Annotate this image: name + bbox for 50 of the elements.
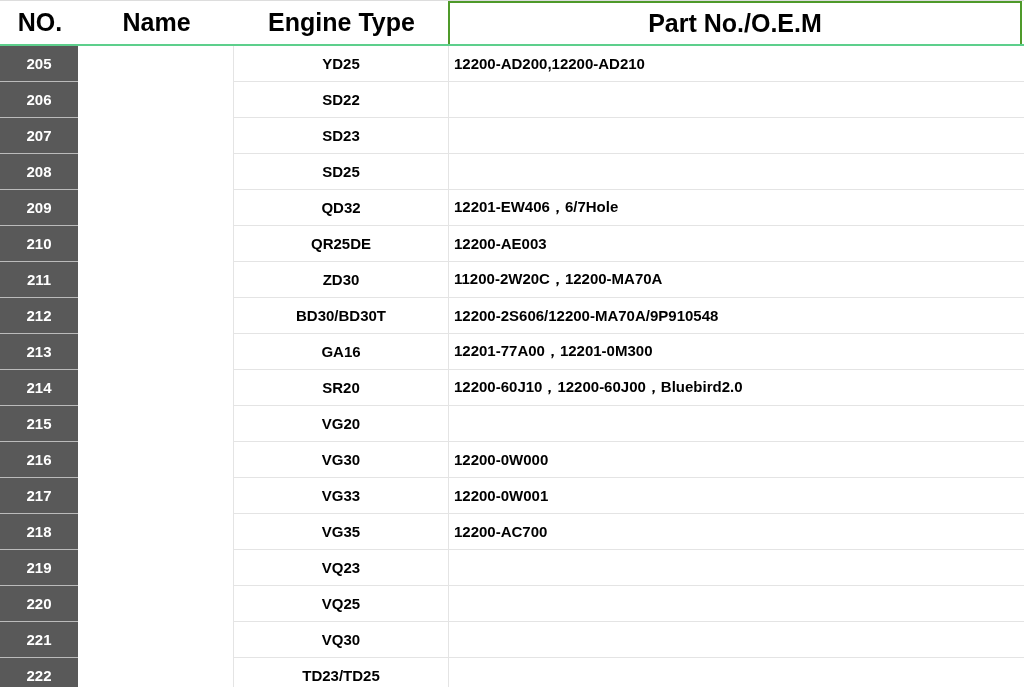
- row-number: 213: [0, 334, 78, 370]
- table-cell: GA16: [321, 343, 361, 360]
- table-cell: QD32: [321, 199, 361, 216]
- column-header: NO.: [16, 7, 64, 38]
- table-cell: VG30: [321, 451, 361, 468]
- table-cell: VQ25: [321, 595, 361, 612]
- table-cell: TD23/TD25: [302, 667, 380, 684]
- column-header: Engine Type: [267, 7, 416, 38]
- table-cell: 11200-2W20C，12200-MA70A: [454, 270, 663, 289]
- row-number: 208: [0, 154, 78, 190]
- table-cell: 12200-AE003: [454, 235, 547, 252]
- row-number: 222: [0, 658, 78, 687]
- table-cell: YD25: [322, 55, 360, 72]
- table-cell: 12200-0W000: [454, 451, 549, 468]
- row-number: 212: [0, 298, 78, 334]
- table-cell: SD25: [322, 163, 360, 180]
- table-cell: SD23: [322, 127, 360, 144]
- row-number: 211: [0, 262, 78, 298]
- column-header: Part No./O.E.M: [448, 1, 1022, 44]
- table-cell: BD30/BD30T: [296, 307, 386, 324]
- table-cell: VG35: [321, 523, 361, 540]
- column-header: Name: [121, 7, 192, 38]
- table-cell: 12200-AC700: [454, 523, 548, 540]
- table-cell: 12200-0W001: [454, 487, 549, 504]
- table-cell: SD22: [322, 91, 360, 108]
- table-cell: 12201-77A00，12201-0M300: [454, 342, 653, 361]
- table-cell: 12200-AD200,12200-AD210: [454, 55, 645, 72]
- table-cell: 12201-EW406，6/7Hole: [454, 198, 619, 217]
- row-number: 220: [0, 586, 78, 622]
- row-number: 218: [0, 514, 78, 550]
- row-number: 210: [0, 226, 78, 262]
- row-number: 221: [0, 622, 78, 658]
- table-cell: VQ30: [321, 631, 361, 648]
- row-number: 205: [0, 46, 78, 82]
- table-cell: 12200-60J10，12200-60J00，Bluebird2.0: [454, 378, 743, 397]
- table-cell: VG33: [321, 487, 361, 504]
- row-number: 219: [0, 550, 78, 586]
- row-number: 214: [0, 370, 78, 406]
- row-number: 215: [0, 406, 78, 442]
- table-cell: ZD30: [322, 271, 360, 288]
- row-number: 217: [0, 478, 78, 514]
- table-cell: VG20: [321, 415, 361, 432]
- table-cell: SR20: [322, 379, 360, 396]
- table-cell: VQ23: [321, 559, 361, 576]
- table-cell: QR25DE: [311, 235, 371, 252]
- row-number: 209: [0, 190, 78, 226]
- row-number: 207: [0, 118, 78, 154]
- row-number: 206: [0, 82, 78, 118]
- row-number: 216: [0, 442, 78, 478]
- table-cell: 12200-2S606/12200-MA70A/9P910548: [454, 307, 719, 324]
